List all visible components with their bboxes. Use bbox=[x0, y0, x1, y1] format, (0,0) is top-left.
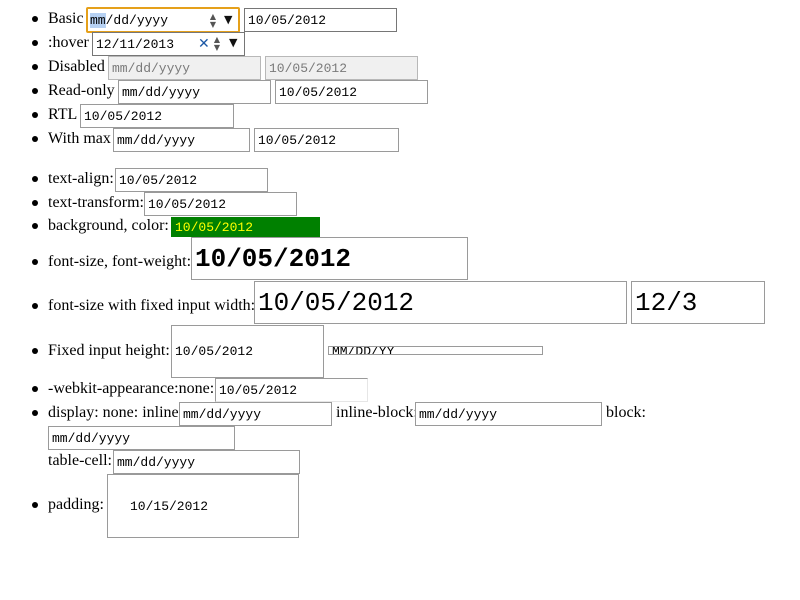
readonly-label: Read-only bbox=[48, 82, 115, 99]
fixedheight-date-input[interactable]: 10/05/2012 bbox=[171, 325, 324, 378]
padding-date-input[interactable]: 10/15/2012 bbox=[107, 474, 299, 538]
withmax-date-input-filled[interactable]: 10/05/2012 bbox=[254, 128, 399, 152]
clear-x-icon[interactable]: ✕ bbox=[198, 36, 210, 52]
fontsize-label: font-size, font-weight: bbox=[48, 253, 192, 270]
spinner-arrows-icon[interactable]: ▲ ▼ bbox=[212, 35, 222, 53]
readonly-date-input-filled[interactable]: 10/05/2012 bbox=[275, 80, 428, 104]
disabled-label: Disabled bbox=[48, 58, 105, 75]
dropdown-caret-icon[interactable]: ▼ bbox=[224, 13, 232, 26]
textalign-date-input[interactable]: 10/05/2012 bbox=[115, 168, 268, 192]
textalign-label: text-align: bbox=[48, 170, 114, 187]
month-segment[interactable]: mm bbox=[90, 12, 106, 28]
bullet bbox=[32, 16, 38, 22]
fixedheight-label: Fixed input height: bbox=[48, 342, 170, 359]
fontsizefixed-date-input-narrow[interactable]: 12/3 bbox=[631, 281, 765, 324]
inline-block-label: inline-block: bbox=[336, 404, 418, 421]
bgcolor-label: background, color: bbox=[48, 217, 169, 234]
dropdown-caret-icon[interactable]: ▼ bbox=[229, 36, 237, 49]
texttransform-label: text-transform: bbox=[48, 194, 144, 211]
withmax-date-input-empty[interactable]: mm/dd/yyyy bbox=[113, 128, 250, 152]
display-inline-date-input[interactable]: mm/dd/yyyy bbox=[179, 402, 332, 426]
fontsize-date-input[interactable]: 10/05/2012 bbox=[191, 237, 468, 280]
hover-date-value: 12/11/2013 bbox=[96, 36, 175, 52]
bullet bbox=[32, 40, 38, 46]
bullet bbox=[32, 386, 38, 392]
bullet bbox=[32, 200, 38, 206]
display-inline-block-date-input[interactable]: mm/dd/yyyy bbox=[415, 402, 602, 426]
block-label: block: bbox=[606, 404, 646, 421]
texttransform-date-input[interactable]: 10/05/2012 bbox=[144, 192, 297, 216]
appearance-label: -webkit-appearance:none: bbox=[48, 380, 215, 397]
spinner-arrows-icon[interactable]: ▲ ▼ bbox=[208, 11, 218, 31]
disabled-date-input-empty: mm/dd/yyyy bbox=[108, 56, 261, 80]
display-table-cell-date-input[interactable]: mm/dd/yyyy bbox=[113, 450, 300, 474]
fixedheight-short-value: MM/DD/YY bbox=[332, 346, 395, 355]
date-rest: /dd/yyyy bbox=[105, 12, 169, 28]
display-label: display: none: inline: bbox=[48, 404, 184, 421]
disabled-date-input-filled: 10/05/2012 bbox=[265, 56, 418, 80]
fontsizefixed-date-input[interactable]: 10/05/2012 bbox=[254, 281, 627, 324]
table-cell-label: table-cell: bbox=[48, 452, 112, 469]
hover-date-input[interactable]: 12/11/2013 ✕ ▲ ▼ ▼ bbox=[92, 32, 245, 56]
bullet bbox=[32, 259, 38, 265]
readonly-date-input-empty[interactable]: mm/dd/yyyy bbox=[118, 80, 271, 104]
fixedheight-date-input-short[interactable]: MM/DD/YY bbox=[328, 346, 543, 355]
basic-date-input[interactable]: mm/dd/yyyy ▲ ▼ ▼ bbox=[86, 7, 240, 33]
hover-label: :hover bbox=[48, 34, 89, 51]
bullet bbox=[32, 88, 38, 94]
bullet bbox=[32, 112, 38, 118]
bullet bbox=[32, 502, 38, 508]
rtl-label: RTL bbox=[48, 106, 78, 123]
bullet bbox=[32, 223, 38, 229]
bullet bbox=[32, 303, 38, 309]
bullet bbox=[32, 348, 38, 354]
bullet bbox=[32, 410, 38, 416]
appearance-date-input[interactable]: 10/05/2012 bbox=[215, 378, 368, 402]
bullet bbox=[32, 64, 38, 70]
basic-date-input-filled[interactable]: 10/05/2012 bbox=[244, 8, 397, 32]
bgcolor-date-input[interactable]: 10/05/2012 bbox=[171, 217, 320, 237]
bullet bbox=[32, 136, 38, 142]
bullet bbox=[32, 176, 38, 182]
rtl-date-input[interactable]: 10/05/2012 bbox=[80, 104, 234, 128]
fontsizefixed-label: font-size with fixed input width: bbox=[48, 297, 256, 314]
basic-label: Basic bbox=[48, 10, 84, 27]
withmax-label: With max bbox=[48, 130, 111, 147]
display-block-date-input[interactable]: mm/dd/yyyy bbox=[48, 426, 235, 450]
padding-label: padding: bbox=[48, 496, 104, 513]
